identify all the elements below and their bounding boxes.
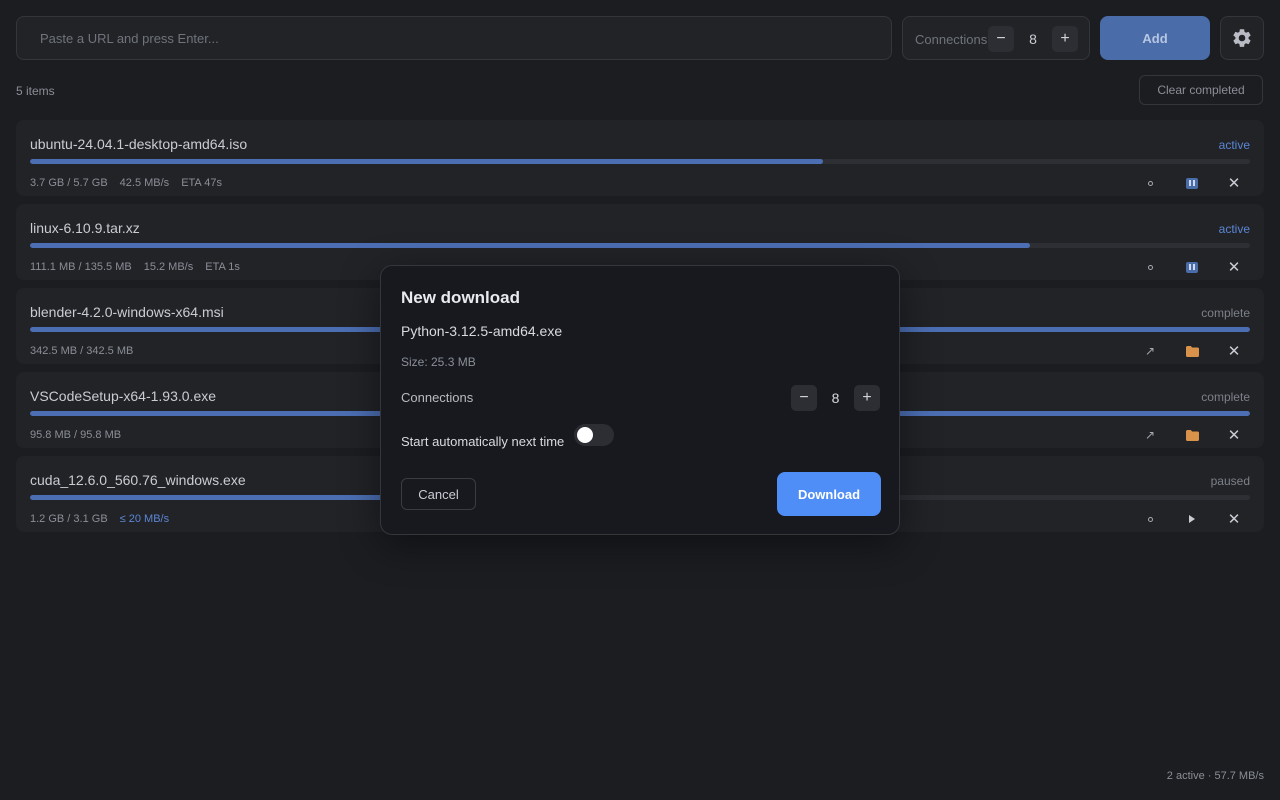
progress-bar	[30, 159, 1250, 164]
resume-button[interactable]	[1182, 510, 1202, 528]
show-in-folder-button[interactable]	[1182, 342, 1202, 360]
dialog-connections-label: Connections	[401, 390, 474, 405]
download-status: complete	[1201, 390, 1250, 404]
download-eta: ETA 1s	[205, 261, 240, 273]
download-speed: 15.2 MB/s	[143, 261, 194, 273]
download-status: paused	[1210, 474, 1250, 488]
details-button[interactable]	[1140, 174, 1160, 192]
download-meta: 342.5 MB / 342.5 MB	[30, 345, 145, 357]
download-meta: 3.7 GB / 5.7 GB 42.5 MB/s ETA 47s	[30, 177, 234, 189]
download-status: active	[1218, 138, 1250, 152]
pause-icon	[1186, 261, 1198, 273]
dialog-file-size: Size: 25.3 MB	[401, 355, 476, 369]
pause-button[interactable]	[1182, 174, 1202, 192]
download-size: 111.1 MB / 135.5 MB	[30, 261, 132, 273]
connections-control: Connections − 8 +	[902, 16, 1090, 60]
play-icon	[1189, 515, 1195, 523]
toggle-knob	[577, 427, 593, 443]
download-name: linux-6.10.9.tar.xz	[30, 220, 140, 236]
download-status: complete	[1201, 306, 1250, 320]
close-icon: ✕	[1227, 174, 1241, 192]
close-icon: ✕	[1227, 258, 1241, 276]
remove-button[interactable]: ✕	[1224, 258, 1244, 276]
connections-increment-button[interactable]: +	[1052, 26, 1078, 52]
info-dot-icon	[1147, 264, 1153, 270]
open-file-button[interactable]: ↗	[1140, 426, 1160, 444]
progress-fill	[30, 243, 1031, 248]
settings-button[interactable]	[1220, 16, 1264, 60]
items-count: 5 items	[16, 84, 55, 98]
toolbar: Connections − 8 + Add	[16, 16, 1264, 60]
download-size: 3.7 GB / 5.7 GB	[30, 177, 108, 189]
info-dot-icon	[1147, 516, 1153, 522]
add-button[interactable]: Add	[1100, 16, 1210, 60]
pause-icon	[1186, 177, 1198, 189]
pause-button[interactable]	[1182, 258, 1202, 276]
download-size: 95.8 MB / 95.8 MB	[30, 429, 122, 441]
download-button[interactable]: Download	[777, 472, 881, 516]
connections-value: 8	[1029, 31, 1037, 47]
connections-label: Connections	[915, 32, 988, 47]
download-meta: 95.8 MB / 95.8 MB	[30, 429, 133, 441]
connections-decrement-button[interactable]: −	[988, 26, 1014, 52]
open-file-button[interactable]: ↗	[1140, 342, 1160, 360]
download-speed: 42.5 MB/s	[119, 177, 170, 189]
url-input[interactable]	[16, 16, 892, 60]
download-eta: ETA 47s	[181, 177, 222, 189]
close-icon: ✕	[1227, 342, 1241, 360]
new-download-dialog: New download Python-3.12.5-amd64.exe Siz…	[380, 265, 900, 535]
clear-completed-button[interactable]: Clear completed	[1139, 75, 1263, 105]
progress-bar	[30, 243, 1250, 248]
cancel-button[interactable]: Cancel	[401, 478, 476, 510]
progress-fill	[30, 159, 823, 164]
details-button[interactable]	[1140, 258, 1160, 276]
details-button[interactable]	[1140, 510, 1160, 528]
open-external-icon: ↗	[1144, 344, 1156, 358]
gear-icon	[1233, 29, 1251, 47]
auto-start-toggle[interactable]	[574, 424, 614, 446]
open-external-icon: ↗	[1144, 428, 1156, 442]
download-row: ubuntu-24.04.1-desktop-amd64.iso active …	[16, 120, 1264, 196]
dialog-title: New download	[401, 288, 520, 307]
close-icon: ✕	[1227, 426, 1241, 444]
remove-button[interactable]: ✕	[1224, 342, 1244, 360]
info-dot-icon	[1147, 180, 1153, 186]
download-name: ubuntu-24.04.1-desktop-amd64.iso	[30, 136, 248, 152]
folder-icon	[1185, 429, 1199, 441]
dialog-file-name: Python-3.12.5-amd64.exe	[401, 323, 563, 339]
folder-icon	[1185, 345, 1199, 357]
status-summary: 2 active · 57.7 MB/s	[1166, 770, 1264, 782]
dialog-connections-decrement-button[interactable]: −	[791, 385, 817, 411]
show-in-folder-button[interactable]	[1182, 426, 1202, 444]
download-size: 1.2 GB / 3.1 GB	[30, 513, 108, 525]
auto-start-label: Start automatically next time	[401, 434, 565, 449]
download-name: cuda_12.6.0_560.76_windows.exe	[30, 472, 246, 488]
download-meta: 111.1 MB / 135.5 MB 15.2 MB/s ETA 1s	[30, 261, 252, 273]
download-status: active	[1218, 222, 1250, 236]
dialog-connections-value: 8	[831, 390, 840, 406]
dialog-connections-increment-button[interactable]: +	[854, 385, 880, 411]
close-icon: ✕	[1227, 510, 1241, 528]
remove-button[interactable]: ✕	[1224, 426, 1244, 444]
remove-button[interactable]: ✕	[1224, 174, 1244, 192]
speed-limit: ≤ 20 MB/s	[119, 513, 170, 525]
download-name: blender-4.2.0-windows-x64.msi	[30, 304, 224, 320]
remove-button[interactable]: ✕	[1224, 510, 1244, 528]
download-meta: 1.2 GB / 3.1 GB ≤ 20 MB/s	[30, 513, 181, 525]
download-name: VSCodeSetup-x64-1.93.0.exe	[30, 388, 217, 404]
download-size: 342.5 MB / 342.5 MB	[30, 345, 134, 357]
